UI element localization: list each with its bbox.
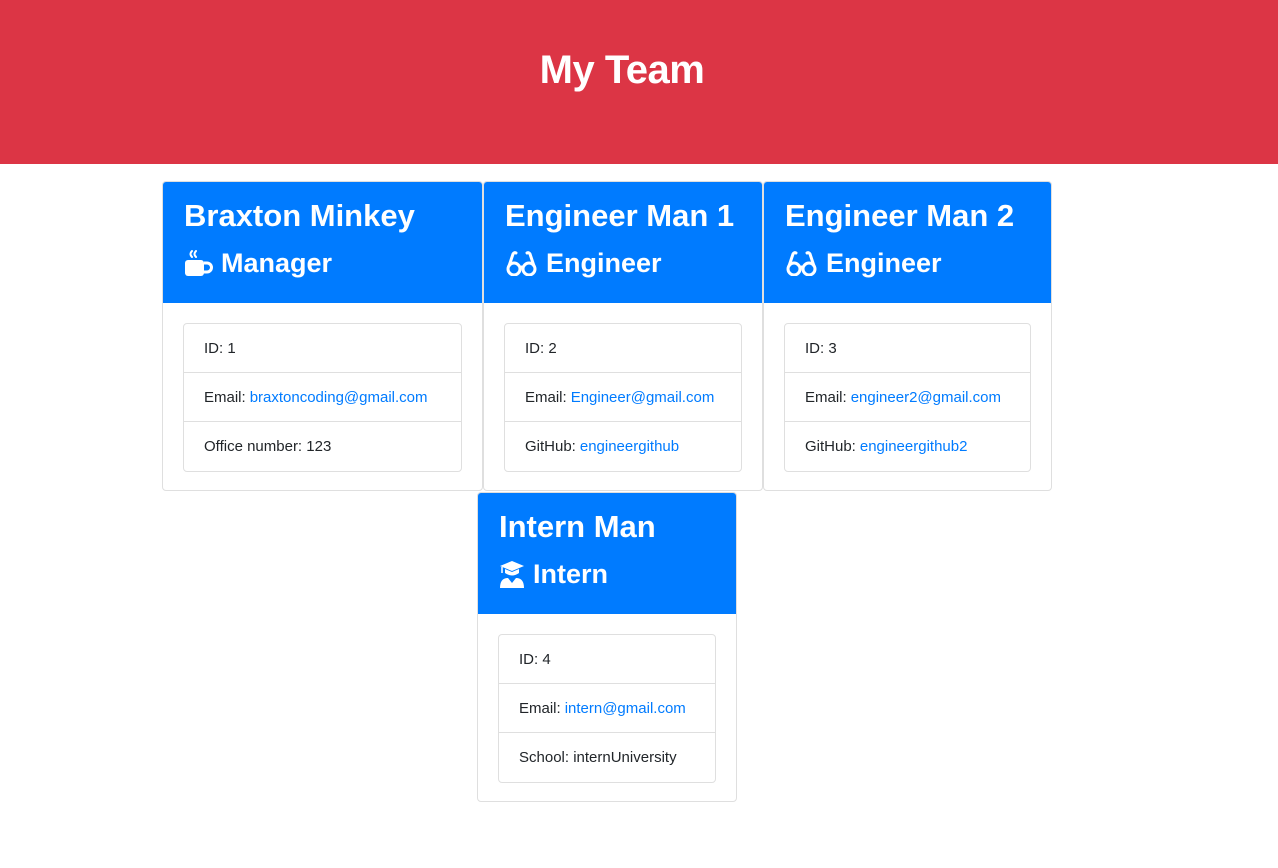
email-label: Email: — [805, 388, 847, 406]
email-item: Email: braxtoncoding@gmail.com — [184, 373, 461, 422]
employee-role: Intern — [499, 558, 716, 590]
glasses-icon — [785, 250, 818, 276]
employee-role: Engineer — [505, 247, 742, 279]
employee-card-engineer: Engineer Man 1 Engineer ID: 2 Email: Eng… — [483, 181, 763, 491]
employee-name: Engineer Man 2 — [785, 198, 1015, 233]
page-header: My Team — [0, 0, 1278, 164]
email-item: Email: intern@gmail.com — [499, 684, 715, 733]
card-header: Braxton Minkey Manager — [163, 182, 482, 303]
github-label: GitHub: — [805, 438, 856, 455]
info-list: ID: 1 Email: braxtoncoding@gmail.com Off… — [183, 323, 462, 472]
graduate-icon — [499, 560, 525, 589]
email-item: Email: Engineer@gmail.com — [505, 373, 741, 422]
github-item: GitHub: engineergithub — [505, 422, 741, 471]
employee-card-manager: Braxton Minkey Manager ID: 1 Email: brax… — [162, 181, 483, 491]
email-label: Email: — [519, 699, 561, 717]
email-link[interactable]: engineer2@gmail.com — [851, 389, 1001, 406]
employee-card-intern: Intern Man Intern ID: 4 Email: intern@gm… — [477, 492, 737, 802]
email-link[interactable]: Engineer@gmail.com — [571, 389, 715, 406]
card-header: Engineer Man 2 Engineer — [764, 182, 1051, 303]
role-label: Intern — [533, 559, 609, 589]
employee-role: Manager — [184, 247, 462, 279]
github-item: GitHub: engineergithub2 — [785, 422, 1030, 471]
email-item: Email: engineer2@gmail.com — [785, 373, 1030, 422]
github-label: GitHub: — [525, 438, 576, 455]
card-header: Intern Man Intern — [478, 493, 736, 614]
email-label: Email: — [525, 388, 567, 406]
email-label: Email: — [204, 388, 246, 406]
glasses-icon — [505, 250, 538, 276]
role-label: Manager — [221, 248, 333, 278]
github-link[interactable]: engineergithub — [580, 438, 679, 455]
card-header: Engineer Man 1 Engineer — [484, 182, 762, 303]
info-list: ID: 2 Email: Engineer@gmail.com GitHub: … — [504, 323, 742, 472]
email-link[interactable]: braxtoncoding@gmail.com — [250, 389, 428, 406]
id-item: ID: 2 — [505, 324, 741, 373]
employee-card-engineer: Engineer Man 2 Engineer ID: 3 Email: eng… — [763, 181, 1052, 491]
email-link[interactable]: intern@gmail.com — [565, 700, 686, 717]
info-list: ID: 3 Email: engineer2@gmail.com GitHub:… — [784, 323, 1031, 472]
school-item: School: internUniversity — [519, 749, 677, 766]
role-label: Engineer — [546, 248, 662, 278]
employee-name: Engineer Man 1 — [505, 198, 735, 233]
id-item: ID: 4 — [499, 635, 715, 684]
role-label: Engineer — [826, 248, 942, 278]
employee-name: Braxton Minkey — [184, 198, 415, 233]
employee-name: Intern Man — [499, 509, 656, 544]
employee-role: Engineer — [785, 247, 1031, 279]
id-item: ID: 3 — [785, 324, 1030, 373]
page-title: My Team — [539, 48, 705, 92]
github-link[interactable]: engineergithub2 — [860, 438, 968, 455]
office-number-item: Office number: 123 — [204, 438, 332, 455]
id-item: ID: 1 — [184, 324, 461, 373]
info-list: ID: 4 Email: intern@gmail.com School: in… — [498, 634, 716, 783]
coffee-mug-icon — [184, 249, 213, 278]
